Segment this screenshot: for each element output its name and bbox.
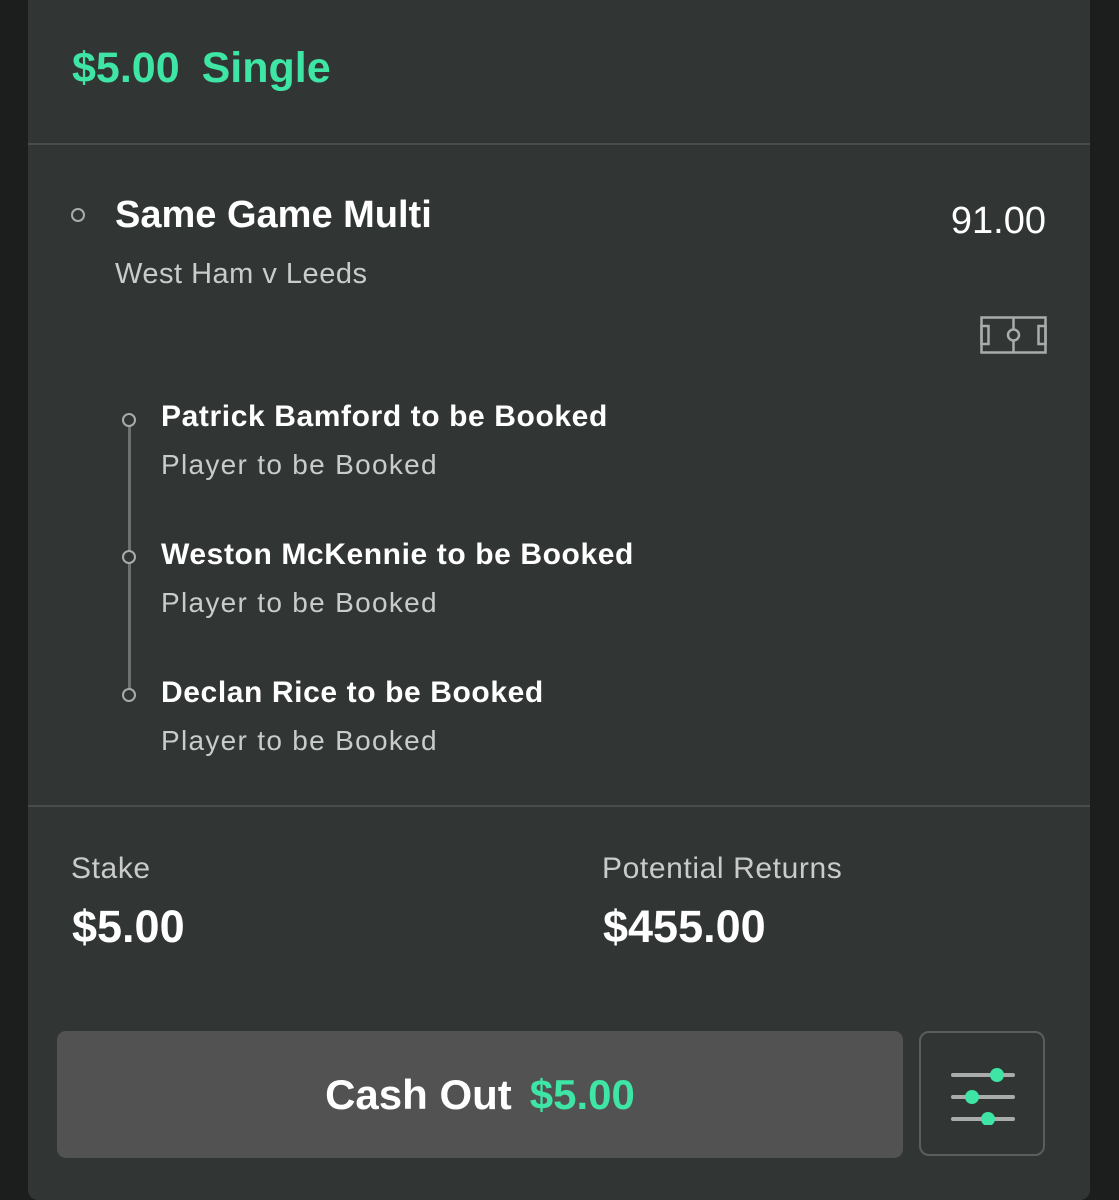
bet-header-title: $5.00 Single [72,44,331,93]
cash-out-settings-button[interactable] [919,1031,1045,1156]
stake-label: Stake [71,852,151,885]
leg-market: Player to be Booked [161,449,438,480]
sliders-icon [951,1068,1015,1125]
leg-dot [122,550,136,564]
header-amount: $5.00 [72,44,180,92]
summary-divider [28,805,1090,807]
bet-odds: 91.00 [950,200,1046,242]
header-divider [28,143,1090,145]
bet-status-dot [71,208,85,222]
leg-market: Player to be Booked [161,725,438,756]
potential-returns-label: Potential Returns [602,852,843,885]
leg-title: Patrick Bamford to be Booked [161,400,608,433]
bet-title: Same Game Multi [115,194,432,236]
leg-title: Weston McKennie to be Booked [161,538,634,571]
cash-out-label: Cash Out [325,1070,512,1118]
leg-title: Declan Rice to be Booked [161,676,544,709]
football-pitch-icon[interactable] [980,316,1047,354]
potential-returns-value: $455.00 [603,901,766,952]
cash-out-amount: $5.00 [529,1070,635,1118]
leg-dot [122,413,136,427]
header-bet-type: Single [201,44,331,92]
bet-header: $5.00 Single [28,0,1090,143]
cash-out-button[interactable]: Cash Out $5.00 [57,1031,903,1158]
stake-value: $5.00 [72,901,185,952]
leg-market: Player to be Booked [161,587,438,618]
bet-event: West Ham v Leeds [115,258,368,290]
leg-dot [122,688,136,702]
bet-card: $5.00 Single Same Game Multi 91.00 West H… [28,0,1090,1200]
